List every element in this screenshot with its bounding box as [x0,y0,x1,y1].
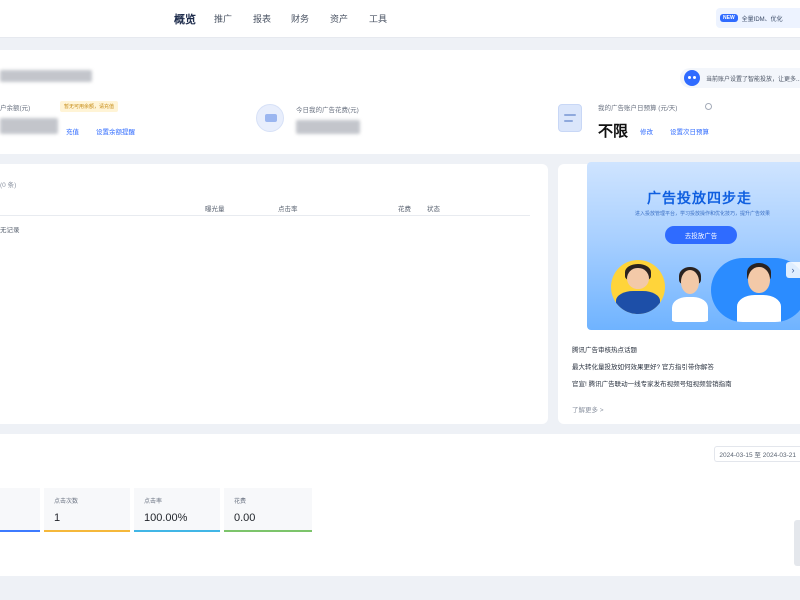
stat-accent-bar [224,530,312,532]
column-ctr[interactable]: 点击率 [278,203,298,213]
modify-budget-link[interactable]: 修改 [640,126,653,136]
today-cost-value-redacted [296,120,360,134]
balance-value-redacted [0,118,58,134]
account-overview-band [0,50,800,154]
column-cost[interactable]: 花费 [398,203,411,213]
stat-ctr-value: 100.00% [144,512,188,524]
date-range-text: 2024-03-15 至 2024-03-21 [719,452,796,459]
stat-accent-bar [134,530,220,532]
daily-budget-label: 我的广告账户日预算 (元/天) [598,105,678,112]
ad-list-count: (0 条) [0,182,17,189]
carousel-indicator[interactable] [688,316,708,319]
spend-icon [256,104,284,132]
column-impressions[interactable]: 曝光量 [205,203,225,213]
stat-card-clicks[interactable]: 点击次数 1 [44,488,130,532]
carousel-next-arrow-icon[interactable]: › [786,262,800,278]
presenter-woman-2-avatar [667,262,713,322]
robot-icon [684,70,700,86]
stat-accent-bar [0,530,40,532]
stat-clicks-label: 点击次数 [54,499,79,505]
balance-label: 户余额(元) [0,105,31,112]
carousel-dot[interactable] [705,316,708,319]
date-range-picker[interactable]: 2024-03-15 至 2024-03-21 [714,446,800,462]
stat-ctr-label: 点击率 [144,499,163,505]
nav-item-promotion[interactable]: 推广 [214,12,232,25]
nav-item-finance[interactable]: 财务 [291,12,309,25]
assistant-tip-text: 当前账户设置了智能投放，让更多... [706,76,800,83]
recharge-link[interactable]: 充值 [66,126,79,136]
nav-item-overview[interactable]: 概览 [174,11,196,27]
nav-item-reports[interactable]: 报表 [253,12,271,25]
promo-banner[interactable]: 广告投放四步走 进入投放管理平台，学习投放操作和优化技巧，提升广告效果 去投放广… [587,162,800,330]
news-link-3[interactable]: 官宣! 腾讯广告联动一线专家发布视频号短视频营销指南 [572,378,732,388]
budget-doc-icon [558,104,582,132]
announcement-text: 全量IDM、优化 [741,16,783,23]
nav-item-tools[interactable]: 工具 [369,12,387,25]
nav-item-assets[interactable]: 资产 [330,12,348,25]
banner-subtitle: 进入投放管理平台，学习投放操作和优化技巧，提升广告效果 [635,211,771,217]
new-badge: NEW [720,14,738,22]
account-name-redacted [0,70,92,82]
help-circle-icon[interactable] [705,103,712,110]
ai-assistant-tip[interactable]: 当前账户设置了智能投放，让更多... [680,68,800,88]
learn-more-link[interactable]: 了解更多 > [572,404,604,414]
scrollbar-handle[interactable] [794,520,800,566]
ad-list-card [0,164,548,424]
table-header-divider [0,215,530,216]
empty-table-message: 无记录 [0,227,20,234]
stat-cost-value: 0.00 [234,512,256,524]
stat-card-cost[interactable]: 花费 0.00 [224,488,312,532]
set-tomorrow-budget-link[interactable]: 设置次日预算 [670,126,709,136]
carousel-dot[interactable] [699,316,702,319]
news-link-1[interactable]: 腾讯广告审核热点话题 [572,344,637,354]
banner-title: 广告投放四步走 [647,190,752,206]
carousel-dot-active[interactable] [688,316,696,319]
stat-clicks-value: 1 [54,512,61,524]
column-status[interactable]: 状态 [427,203,440,213]
stat-accent-bar [44,530,130,532]
daily-budget-value: 不限 [598,123,629,140]
balance-warning-tag: 暂无可用余额，请充值 [60,101,119,112]
presenter-woman-avatar [611,260,665,314]
start-ads-button[interactable]: 去投放广告 [665,226,737,244]
top-navigation: 概览 推广 报表 财务 资产 工具 NEW 全量IDM、优化 [0,0,800,38]
today-cost-label: 今日我的广告花费(元) [296,107,359,114]
news-link-2[interactable]: 最大转化量投放如何效果更好? 官方指引带你解答 [572,361,714,371]
stat-card-impressions[interactable] [0,488,40,532]
announcement-pill[interactable]: NEW 全量IDM、优化 [716,8,800,28]
stat-card-ctr[interactable]: 点击率 100.00% [134,488,220,532]
stat-cost-label: 花费 [234,499,247,505]
balance-reminder-link[interactable]: 设置余额提醒 [96,126,135,136]
